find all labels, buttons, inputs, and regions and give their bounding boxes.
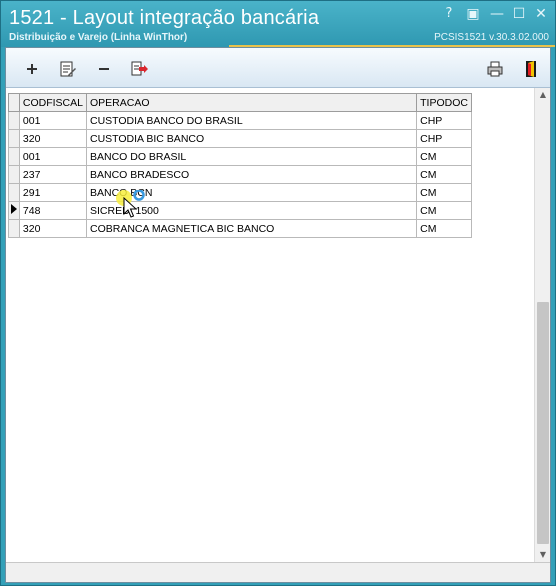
row-indicator[interactable] xyxy=(8,183,20,202)
remove-icon xyxy=(99,68,109,70)
cell-codfiscal[interactable]: 001 xyxy=(18,147,87,166)
data-grid: CODFISCAL OPERACAO TIPODOC 001 CUSTODIA … xyxy=(8,93,472,238)
version-label: PCSIS1521 v.30.3.02.000 xyxy=(434,32,549,43)
row-indicator-header xyxy=(8,93,20,112)
cell-tipodoc[interactable]: CHP xyxy=(416,111,472,130)
scrollbar-thumb[interactable] xyxy=(537,302,549,544)
add-icon xyxy=(27,64,37,74)
table-row[interactable]: 237 BANCO BRADESCO CM xyxy=(8,165,472,184)
vertical-scrollbar[interactable]: ▲ ▼ xyxy=(534,88,550,562)
minimize-button[interactable]: — xyxy=(487,5,507,23)
status-bar xyxy=(6,562,550,582)
window-title: 1521 - Layout integração bancária xyxy=(9,7,320,29)
remove-button[interactable] xyxy=(94,59,114,79)
cell-codfiscal[interactable]: 001 xyxy=(18,111,87,130)
cell-codfiscal[interactable]: 320 xyxy=(18,129,87,148)
title-bar: 1521 - Layout integração bancária Distri… xyxy=(1,1,555,47)
cell-codfiscal[interactable]: 237 xyxy=(18,165,87,184)
cell-operacao[interactable]: BANCO BRADESCO xyxy=(85,165,418,184)
table-row-current[interactable]: 748 SICREDI 1500 CM xyxy=(8,201,472,220)
help-button[interactable]: ? xyxy=(439,5,459,23)
window-subtitle: Distribuição e Varejo (Linha WinThor) xyxy=(9,32,188,43)
table-row[interactable]: 320 CUSTODIA BIC BANCO CHP xyxy=(8,129,472,148)
scroll-down-icon[interactable]: ▼ xyxy=(538,550,548,560)
cell-tipodoc[interactable]: CM xyxy=(416,219,472,238)
table-row[interactable]: 001 CUSTODIA BANCO DO BRASIL CHP xyxy=(8,111,472,130)
cell-operacao[interactable]: BANCO DO BRASIL xyxy=(85,147,418,166)
edit-button[interactable] xyxy=(58,59,78,79)
cell-codfiscal[interactable]: 291 xyxy=(18,183,87,202)
client-area: CODFISCAL OPERACAO TIPODOC 001 CUSTODIA … xyxy=(5,47,551,583)
toolbar xyxy=(6,48,550,88)
cell-tipodoc[interactable]: CM xyxy=(416,183,472,202)
print-icon xyxy=(487,61,503,77)
print-button[interactable] xyxy=(485,59,505,79)
row-indicator[interactable] xyxy=(8,111,20,130)
mouse-cursor-icon xyxy=(116,190,145,218)
row-indicator[interactable] xyxy=(8,165,20,184)
add-button[interactable] xyxy=(22,59,42,79)
cell-tipodoc[interactable]: CM xyxy=(416,201,472,220)
edit-icon xyxy=(60,61,76,77)
cell-operacao[interactable]: CUSTODIA BANCO DO BRASIL xyxy=(85,111,418,130)
cell-codfiscal[interactable]: 320 xyxy=(18,219,87,238)
row-indicator[interactable] xyxy=(8,129,20,148)
exit-button[interactable] xyxy=(521,59,541,79)
maximize-button[interactable]: ☐ xyxy=(509,5,529,23)
cell-tipodoc[interactable]: CHP xyxy=(416,129,472,148)
table-row[interactable]: 320 COBRANCA MAGNETICA BIC BANCO CM xyxy=(8,219,472,238)
app-window: 1521 - Layout integração bancária Distri… xyxy=(0,0,556,586)
row-indicator[interactable] xyxy=(8,219,20,238)
column-header-operacao[interactable]: OPERACAO xyxy=(85,93,418,112)
table-row[interactable]: 291 BANCO BCN CM xyxy=(8,183,472,202)
close-button[interactable]: ✕ xyxy=(531,5,551,23)
cell-tipodoc[interactable]: CM xyxy=(416,147,472,166)
cell-codfiscal[interactable]: 748 xyxy=(18,201,87,220)
column-header-codfiscal[interactable]: CODFISCAL xyxy=(18,93,87,112)
column-header-tipodoc[interactable]: TIPODOC xyxy=(416,93,472,112)
exit-icon xyxy=(526,61,536,77)
screenshot-button[interactable]: ▣ xyxy=(463,5,483,23)
grid-header-row: CODFISCAL OPERACAO TIPODOC xyxy=(8,93,472,112)
cell-tipodoc[interactable]: CM xyxy=(416,165,472,184)
row-indicator-current[interactable] xyxy=(8,201,20,220)
table-row[interactable]: 001 BANCO DO BRASIL CM xyxy=(8,147,472,166)
current-row-arrow-icon xyxy=(10,204,17,214)
cell-operacao[interactable]: CUSTODIA BIC BANCO xyxy=(85,129,418,148)
export-icon xyxy=(131,61,148,76)
row-indicator[interactable] xyxy=(8,147,20,166)
scroll-up-icon[interactable]: ▲ xyxy=(538,90,548,100)
export-button[interactable] xyxy=(129,59,149,79)
